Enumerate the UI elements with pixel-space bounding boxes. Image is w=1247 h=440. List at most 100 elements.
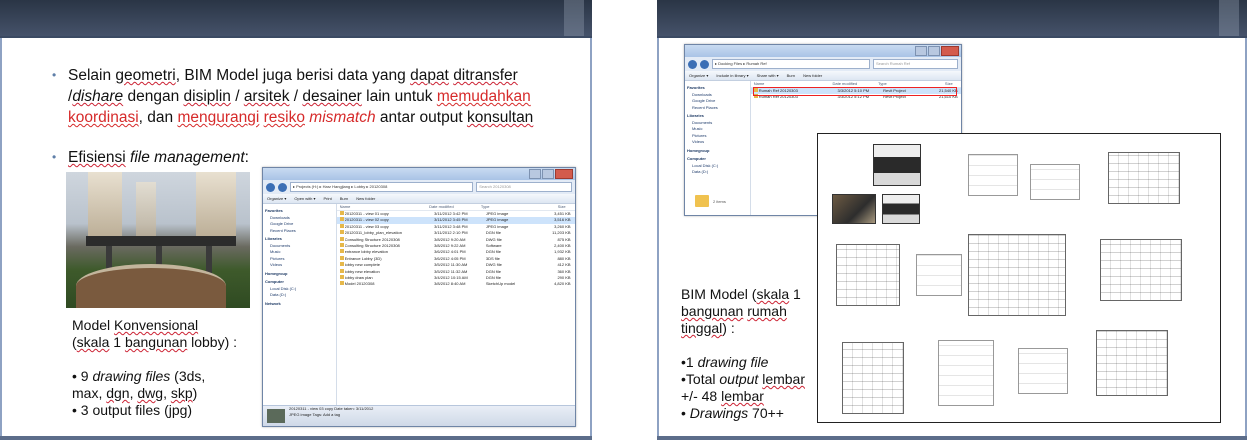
- canopy-shape: [86, 236, 236, 246]
- drawing-detail: [1030, 164, 1080, 200]
- driveway-shape: [76, 264, 226, 308]
- file-name: Model 20120308: [344, 281, 375, 287]
- window-titlebar[interactable]: [685, 45, 961, 57]
- forward-arrow-icon[interactable]: [278, 182, 287, 192]
- pillar-shape: [206, 246, 212, 274]
- close-button[interactable]: [941, 46, 959, 56]
- window-controls: [915, 46, 959, 56]
- elevation-drawing: [968, 234, 1066, 316]
- toolbar-button[interactable]: Organize ▾: [689, 71, 708, 80]
- back-arrow-icon[interactable]: [266, 182, 275, 192]
- search-input[interactable]: Search 20120308: [476, 182, 572, 192]
- maximize-button[interactable]: [542, 169, 554, 179]
- nav-item[interactable]: Recent Places: [265, 228, 334, 235]
- exterior-render-image: [882, 194, 920, 224]
- file-icon: [339, 217, 344, 222]
- file-icon: [339, 249, 344, 254]
- address-bar[interactable]: ▸ Projects (H:) ▸ Harz Hangjiang ▸ Lobby…: [290, 182, 474, 192]
- nav-item[interactable]: Recent Places: [687, 105, 748, 112]
- caption-text: Model: [72, 317, 115, 333]
- left-border-line: [0, 38, 2, 440]
- forward-arrow-icon[interactable]: [700, 59, 709, 69]
- conventional-model-caption: Model Konvensional (skala 1 bangunan lob…: [72, 317, 237, 419]
- file-icon: [339, 268, 344, 273]
- file-icon: [339, 262, 344, 267]
- footer-rule: [657, 436, 1247, 440]
- toolbar-button[interactable]: Open with ▾: [294, 194, 315, 203]
- file-icon: [339, 211, 344, 215]
- bullet1-text: mismatch: [309, 109, 376, 126]
- nav-section[interactable]: Homegroup: [265, 271, 334, 278]
- column-header[interactable]: Name: [340, 204, 429, 210]
- caption-text: skala: [76, 334, 110, 350]
- bullet1-text: geometri: [115, 67, 176, 84]
- toolbar-button[interactable]: Burn: [787, 71, 795, 80]
- caption-text: • 3 output files (jpg): [72, 402, 193, 418]
- toolbar-button[interactable]: Share with ▾: [757, 71, 779, 80]
- bullet1-text: Selain: [68, 67, 116, 84]
- toolbar-button[interactable]: Burn: [340, 194, 348, 203]
- toolbar-button[interactable]: Include in library ▾: [716, 71, 748, 80]
- file-list-pane: Name Date modified Type Size 20120311 - vie…: [336, 204, 575, 406]
- window-controls: [529, 169, 573, 179]
- header-rule: [657, 36, 1247, 38]
- caption-text: 1: [109, 334, 125, 350]
- caption-text: skala: [756, 286, 790, 302]
- caption-text: bangunan: [124, 334, 188, 350]
- caption-text: dgn: [106, 385, 130, 401]
- caption-text: drawing files: [92, 368, 171, 384]
- caption-text: Konvensional: [114, 317, 199, 333]
- left-border-line: [657, 38, 659, 440]
- file-explorer-window[interactable]: ▸ Projects (H:) ▸ Harz Hangjiang ▸ Lobby…: [262, 167, 576, 427]
- toolbar-button[interactable]: Organize ▾: [267, 194, 286, 203]
- lobby-render-photo: [66, 172, 250, 308]
- search-input[interactable]: Search Rumah Ref: [873, 59, 958, 69]
- nav-section[interactable]: Homegroup: [687, 148, 748, 155]
- file-icon: [339, 275, 344, 280]
- nav-item[interactable]: Videos: [265, 262, 334, 269]
- close-button[interactable]: [555, 169, 573, 179]
- back-arrow-icon[interactable]: [688, 59, 697, 69]
- file-type: SketchUp model: [485, 281, 516, 287]
- caption-text: BIM Model (: [681, 286, 757, 302]
- column-header[interactable]: Date modified: [429, 204, 481, 210]
- caption-text: •1: [681, 354, 698, 370]
- bullet1-text: /: [230, 88, 244, 105]
- bullet1-text: dapat: [410, 67, 449, 84]
- bullet1-text: konsultan: [466, 109, 534, 126]
- house-render-image: [873, 144, 921, 186]
- caption-text: max,: [72, 385, 107, 401]
- toolbar-button[interactable]: New folder: [803, 71, 822, 80]
- address-bar-row: ▸ Projects (H:) ▸ Harz Hangjiang ▸ Lobby…: [263, 180, 575, 194]
- column-header[interactable]: Type: [481, 204, 533, 210]
- column-header[interactable]: Size: [533, 204, 566, 210]
- caption-text: •Total: [681, 371, 720, 387]
- bullet1-text: antar output: [375, 109, 467, 126]
- caption-text: output: [719, 371, 759, 387]
- minimize-button[interactable]: [915, 46, 927, 56]
- bullet1-text: , BIM Model juga berisi data yang: [175, 67, 411, 84]
- right-border-line: [590, 38, 592, 440]
- maximize-button[interactable]: [928, 46, 940, 56]
- toolbar-button[interactable]: New folder: [356, 194, 375, 203]
- nav-item[interactable]: Videos: [687, 139, 748, 146]
- toolbar-button[interactable]: Print: [324, 194, 332, 203]
- bullet1-text: desainer: [302, 88, 362, 105]
- nav-item[interactable]: Data (D:): [265, 292, 334, 299]
- stair-detail-drawing: [1096, 330, 1168, 396]
- bullet1-text: disiplin: [183, 88, 231, 105]
- drawing-detail: [938, 340, 994, 406]
- file-date: 3/8/2012 8:40 AM: [434, 281, 466, 287]
- nav-item[interactable]: Data (D:): [687, 169, 748, 176]
- file-icon: [339, 243, 344, 248]
- nav-section[interactable]: Network: [265, 301, 334, 308]
- file-row[interactable]: Model 20120308 3/8/2012 8:40 AM SketchUp m…: [337, 281, 575, 287]
- file-size: 4,820 KB: [554, 281, 571, 287]
- caption-text: lembar: [721, 388, 764, 404]
- address-bar[interactable]: ▸ Docking Files ▸ Rumah Ref: [712, 59, 870, 69]
- details-pane: 20120311 - view 03 copy Date taken: 3/11…: [263, 405, 575, 426]
- window-titlebar[interactable]: [263, 168, 575, 180]
- caption-text: 70++: [748, 405, 784, 421]
- minimize-button[interactable]: [529, 169, 541, 179]
- caption-text: skp: [170, 385, 193, 401]
